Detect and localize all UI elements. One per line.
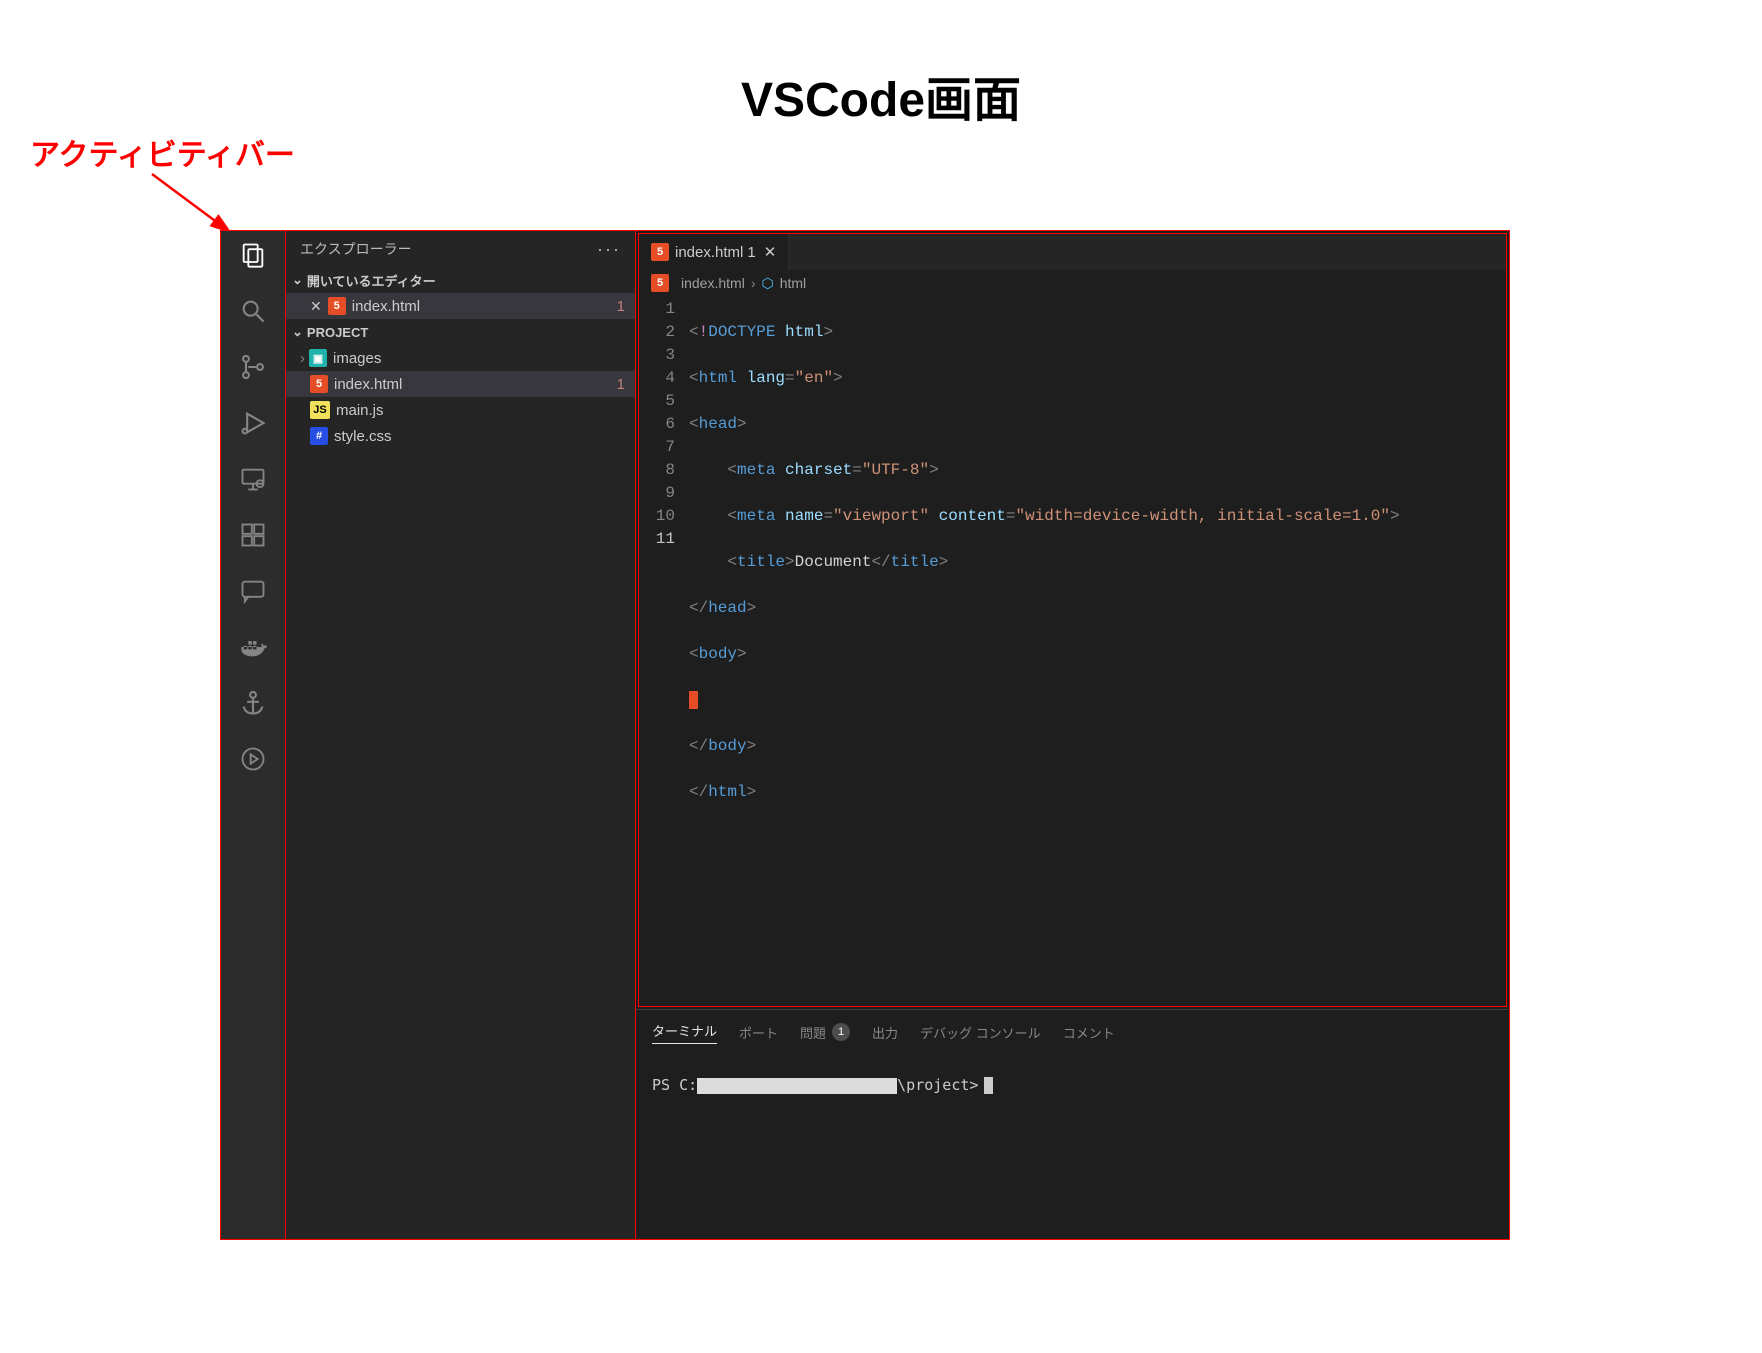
primary-sidebar: エクスプローラー ··· ⌄ 開いているエディター ✕ 5 index.html…	[286, 231, 636, 1239]
vscode-window: エクスプローラー ··· ⌄ 開いているエディター ✕ 5 index.html…	[220, 230, 1510, 1240]
terminal-prompt-prefix: PS C:	[652, 1076, 697, 1094]
dirty-indicator: 1	[747, 244, 755, 261]
panel-tab-problems[interactable]: 問題 1	[800, 1023, 850, 1042]
search-icon[interactable]	[237, 295, 269, 327]
run-debug-icon[interactable]	[237, 407, 269, 439]
extensions-icon[interactable]	[237, 519, 269, 551]
source-control-icon[interactable]	[237, 351, 269, 383]
html-file-icon: 5	[328, 297, 346, 315]
docker-icon[interactable]	[237, 631, 269, 663]
chevron-down-icon: ⌄	[292, 324, 303, 340]
panel-tab-problems-label: 問題	[800, 1023, 826, 1042]
redacted-path	[697, 1078, 897, 1094]
panel-tab-debug-console[interactable]: デバッグ コンソール	[920, 1023, 1041, 1042]
remote-explorer-icon[interactable]	[237, 463, 269, 495]
panel-tabs: ターミナル ポート 問題 1 出力 デバッグ コンソール コメント	[652, 1018, 1493, 1046]
panel-tab-comments[interactable]: コメント	[1063, 1023, 1115, 1042]
chevron-right-icon: ›	[751, 275, 756, 291]
chat-icon[interactable]	[237, 575, 269, 607]
sidebar-more-button[interactable]: ···	[597, 239, 621, 260]
code-content[interactable]: <!DOCTYPE html> <html lang="en"> <head> …	[689, 298, 1506, 1006]
tree-item-label: main.js	[336, 402, 384, 419]
folder-icon: ▣	[309, 349, 327, 367]
explorer-icon[interactable]	[237, 239, 269, 271]
tree-item-label: index.html	[334, 376, 402, 393]
breadcrumb-file: index.html	[681, 275, 745, 291]
css-file-icon: #	[310, 427, 328, 445]
sidebar-header: エクスプローラー ···	[286, 231, 635, 267]
anchor-icon[interactable]	[237, 687, 269, 719]
editor-tab[interactable]: 5 index.html 1 ✕	[639, 234, 789, 270]
sidebar-title: エクスプローラー	[300, 239, 412, 259]
js-file-icon: JS	[310, 401, 330, 419]
close-icon[interactable]: ✕	[764, 243, 777, 261]
dirty-indicator: 1	[617, 376, 625, 393]
chevron-down-icon: ⌄	[292, 272, 303, 288]
project-section[interactable]: ⌄ PROJECT	[286, 319, 635, 345]
dirty-indicator: 1	[617, 298, 625, 315]
terminal-cursor-icon	[984, 1077, 993, 1094]
open-editors-section[interactable]: ⌄ 開いているエディター	[286, 267, 635, 293]
chevron-right-icon: ›	[300, 350, 305, 367]
breadcrumb[interactable]: 5 index.html › ⬡ html	[639, 270, 1506, 296]
activity-bar	[221, 231, 286, 1239]
open-editor-filename: index.html	[352, 298, 420, 315]
close-icon[interactable]: ✕	[310, 298, 322, 315]
panel-tab-output[interactable]: 出力	[872, 1023, 898, 1042]
line-gutter: 1234567891011	[639, 298, 689, 1006]
tree-folder[interactable]: › ▣ images	[286, 345, 635, 371]
html-file-icon: 5	[310, 375, 328, 393]
tab-filename: index.html	[675, 244, 743, 261]
panel-tab-terminal[interactable]: ターミナル	[652, 1021, 717, 1044]
terminal-prompt-suffix: \project>	[897, 1076, 978, 1094]
editor-region: 5 index.html 1 ✕ 5 index.html › ⬡ html 1…	[638, 233, 1507, 1007]
terminal[interactable]: PS C: \project>	[652, 1046, 1493, 1239]
html-file-icon: 5	[651, 274, 669, 292]
project-label: PROJECT	[307, 325, 368, 340]
page-title: VSCode画面	[741, 60, 1021, 130]
open-editors-label: 開いているエディター	[307, 271, 436, 290]
tree-file[interactable]: JS main.js	[286, 397, 635, 423]
code-editor[interactable]: 1234567891011 <!DOCTYPE html> <html lang…	[639, 296, 1506, 1006]
panel-tab-ports[interactable]: ポート	[739, 1023, 778, 1042]
cursor-icon	[689, 691, 698, 709]
annotation-activity-bar: アクティビティバー	[30, 130, 295, 174]
tree-item-label: images	[333, 350, 381, 367]
open-editor-item[interactable]: ✕ 5 index.html 1	[286, 293, 635, 319]
tab-bar: 5 index.html 1 ✕	[639, 234, 1506, 270]
tree-item-label: style.css	[334, 428, 392, 445]
breadcrumb-symbol: html	[780, 275, 806, 291]
problems-count-badge: 1	[832, 1023, 850, 1041]
html-file-icon: 5	[651, 243, 669, 261]
symbol-icon: ⬡	[761, 275, 773, 292]
live-share-icon[interactable]	[237, 743, 269, 775]
panel: ターミナル ポート 問題 1 出力 デバッグ コンソール コメント PS C: \…	[636, 1009, 1509, 1239]
tree-file[interactable]: # style.css	[286, 423, 635, 449]
main-area: 5 index.html 1 ✕ 5 index.html › ⬡ html 1…	[636, 231, 1509, 1239]
tree-file[interactable]: 5 index.html 1	[286, 371, 635, 397]
